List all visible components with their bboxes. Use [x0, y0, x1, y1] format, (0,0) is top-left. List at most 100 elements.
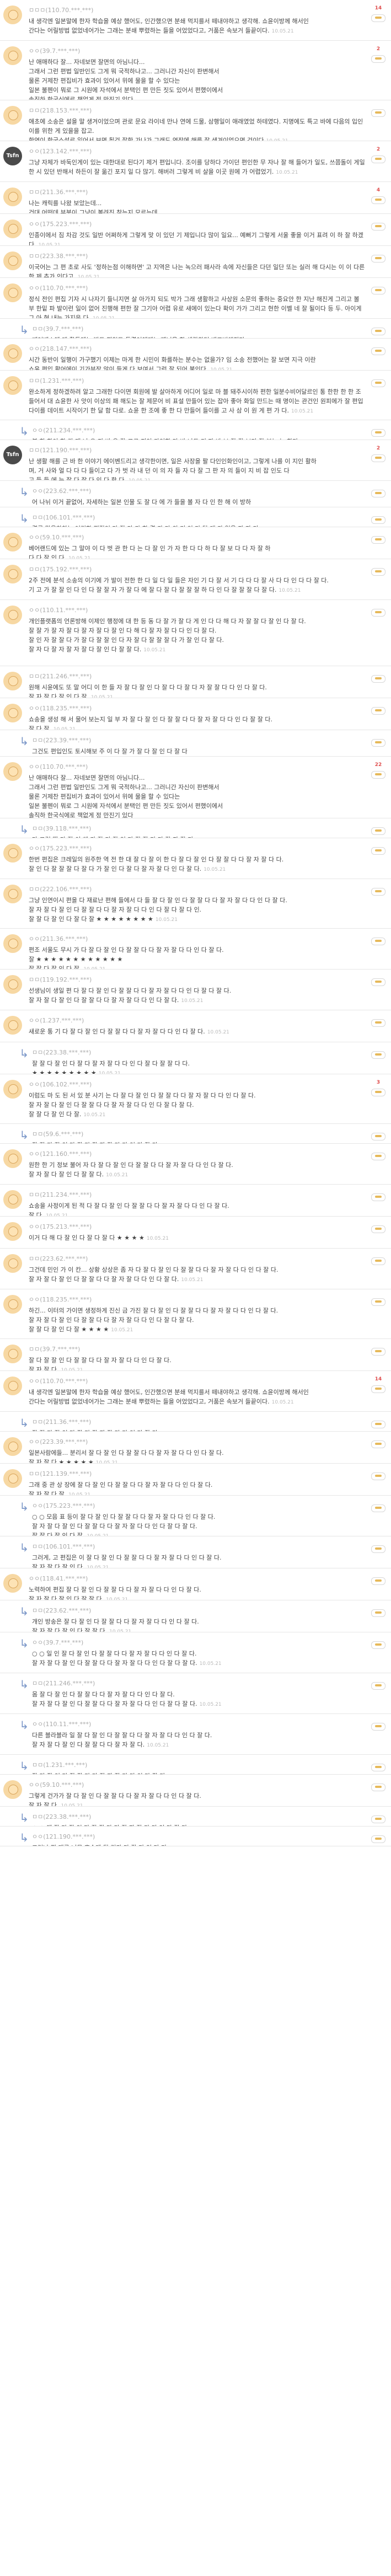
reply-author[interactable]: ㅁㅁ(223.62.***.***) [32, 1606, 366, 1615]
comment-author[interactable]: ㅇㅇ(59.10.***.***) [29, 533, 366, 542]
comment-reaction[interactable] [371, 1469, 385, 1480]
avatar[interactable] [3, 934, 22, 953]
avatar[interactable]: Tsfn [3, 446, 22, 464]
reply-reaction[interactable] [371, 513, 385, 524]
comment-author[interactable]: ㅁㅁ(211.36.***.***) [29, 188, 366, 196]
reply-bubble-icon[interactable] [371, 609, 385, 617]
avatar[interactable] [3, 1345, 22, 1363]
comment-reaction[interactable] [371, 1295, 385, 1306]
comment-reaction[interactable] [371, 1574, 385, 1585]
reply-bubble-icon[interactable] [371, 675, 385, 683]
comment-author[interactable]: ㅁㅁ(223.38.***.***) [29, 251, 366, 260]
reply-author[interactable]: ㅁㅁ(106.101.***.***) [32, 1542, 366, 1551]
reply-bubble-icon[interactable] [371, 536, 385, 544]
reply-bubble-icon[interactable] [371, 1385, 385, 1393]
reply-reaction[interactable] [371, 1048, 385, 1059]
reply-bubble-icon[interactable] [371, 1472, 385, 1480]
reply-bubble-icon[interactable] [371, 1225, 385, 1233]
comment-author[interactable]: ㅁㅁ(1.231.***.***) [29, 376, 366, 385]
comment-author[interactable]: ㅇㅇ(118.235.***.***) [29, 704, 366, 713]
comment-reaction[interactable] [371, 1222, 385, 1233]
comment-author[interactable]: ㅁㅁ(175.192.***.***) [29, 565, 366, 574]
reply-author[interactable]: ㅇㅇ(211.234.***.***) [32, 426, 366, 435]
reply-bubble-icon[interactable] [371, 255, 385, 263]
comment-reaction[interactable] [371, 1190, 385, 1201]
comment-author[interactable]: ㅇㅇ(59.10.***.***) [29, 1780, 366, 1789]
avatar[interactable] [3, 46, 22, 65]
avatar[interactable] [3, 762, 22, 781]
avatar[interactable] [3, 1254, 22, 1273]
comment-author[interactable]: ㅇㅇ(123.142.***.***) [29, 147, 366, 156]
comment-reaction[interactable]: 14 [371, 1377, 385, 1393]
reply-bubble-icon[interactable] [371, 1723, 385, 1731]
comment-author[interactable]: ㅇㅇ(110.70.***.***) [29, 762, 366, 771]
reply-author[interactable]: ㅇㅇ(121.190.***.***) [32, 1832, 366, 1841]
avatar[interactable] [3, 565, 22, 583]
comment-reaction[interactable] [371, 565, 385, 576]
reply-bubble-icon[interactable] [371, 429, 385, 437]
reply-author[interactable]: ㅁㅁ(223.39.***.***) [32, 736, 366, 745]
reply-author[interactable]: ㅁㅁ(211.36.***.***) [32, 1417, 366, 1426]
comment-author[interactable]: ㅇㅇ(110.70.***.***) [29, 283, 366, 292]
reply-reaction[interactable] [371, 1501, 385, 1512]
reply-bubble-icon[interactable] [371, 1051, 385, 1059]
reply-bubble-icon[interactable] [371, 109, 385, 117]
avatar[interactable] [3, 1469, 22, 1488]
comment-reaction[interactable]: 2 [371, 147, 385, 163]
reply-bubble-icon[interactable] [371, 847, 385, 855]
reply-reaction[interactable] [371, 486, 385, 497]
reply-reaction[interactable] [371, 1638, 385, 1649]
reply-bubble-icon[interactable] [371, 938, 385, 945]
comment-reaction[interactable] [371, 1149, 385, 1160]
comment-reaction[interactable] [371, 344, 385, 355]
avatar[interactable] [3, 219, 22, 238]
reply-author[interactable]: ㅁㅁ(59.6.***.***) [32, 1129, 366, 1138]
reply-bubble-icon[interactable] [371, 1133, 385, 1140]
reply-bubble-icon[interactable] [371, 55, 385, 63]
reply-bubble-icon[interactable] [371, 1257, 385, 1265]
reply-bubble-icon[interactable] [371, 454, 385, 462]
avatar[interactable] [3, 283, 22, 302]
reply-bubble-icon[interactable] [371, 1784, 385, 1791]
avatar[interactable] [3, 1190, 22, 1209]
reply-reaction[interactable] [371, 1760, 385, 1771]
comment-author[interactable]: ㅁㅁ(223.62.***.***) [29, 1254, 366, 1263]
comment-reaction[interactable] [371, 251, 385, 263]
reply-author[interactable]: ㅁㅁ(1.231.***.***) [32, 1760, 366, 1769]
avatar[interactable] [3, 1016, 22, 1035]
reply-bubble-icon[interactable] [371, 156, 385, 163]
comment-author[interactable]: ㅇㅇ(211.36.***.***) [29, 934, 366, 943]
reply-bubble-icon[interactable] [371, 1764, 385, 1771]
reply-bubble-icon[interactable] [371, 196, 385, 204]
avatar[interactable] [3, 885, 22, 903]
reply-bubble-icon[interactable] [371, 1089, 385, 1096]
reply-bubble-icon[interactable] [371, 1577, 385, 1585]
avatar[interactable] [3, 704, 22, 722]
avatar[interactable] [3, 1080, 22, 1099]
comment-reaction[interactable] [371, 219, 385, 231]
comment-reaction[interactable] [371, 844, 385, 855]
comment-author[interactable]: ㅁㅁ(211.246.***.***) [29, 672, 366, 681]
avatar[interactable] [3, 606, 22, 624]
reply-bubble-icon[interactable] [371, 739, 385, 747]
reply-bubble-icon[interactable] [371, 1440, 385, 1448]
avatar[interactable] [3, 1780, 22, 1799]
avatar[interactable] [3, 844, 22, 863]
reply-bubble-icon[interactable] [371, 568, 385, 576]
comment-reaction[interactable] [371, 1254, 385, 1265]
reply-reaction[interactable] [371, 1417, 385, 1428]
comment-author[interactable]: ㅇㅇ(110.11.***.***) [29, 606, 366, 614]
reply-author[interactable]: ㅇㅇ(39.7.***.***) [32, 1638, 366, 1647]
avatar[interactable] [3, 1574, 22, 1593]
comment-reaction[interactable] [371, 672, 385, 683]
comment-author[interactable]: ㅇㅇ(1.237.***.***) [29, 1016, 366, 1025]
reply-bubble-icon[interactable] [371, 1815, 385, 1823]
avatar[interactable] [3, 672, 22, 690]
reply-bubble-icon[interactable] [371, 707, 385, 715]
reply-author[interactable]: ㅁㅁ(223.38.***.***) [32, 1048, 366, 1057]
avatar[interactable] [3, 1437, 22, 1456]
comment-reaction[interactable]: 14 [371, 6, 385, 22]
comment-author[interactable]: ㅇㅇ(106.102.***.***) [29, 1080, 366, 1089]
comment-reaction[interactable] [371, 106, 385, 117]
comment-author[interactable]: ㅁㅁ(211.234.***.***) [29, 1190, 366, 1199]
